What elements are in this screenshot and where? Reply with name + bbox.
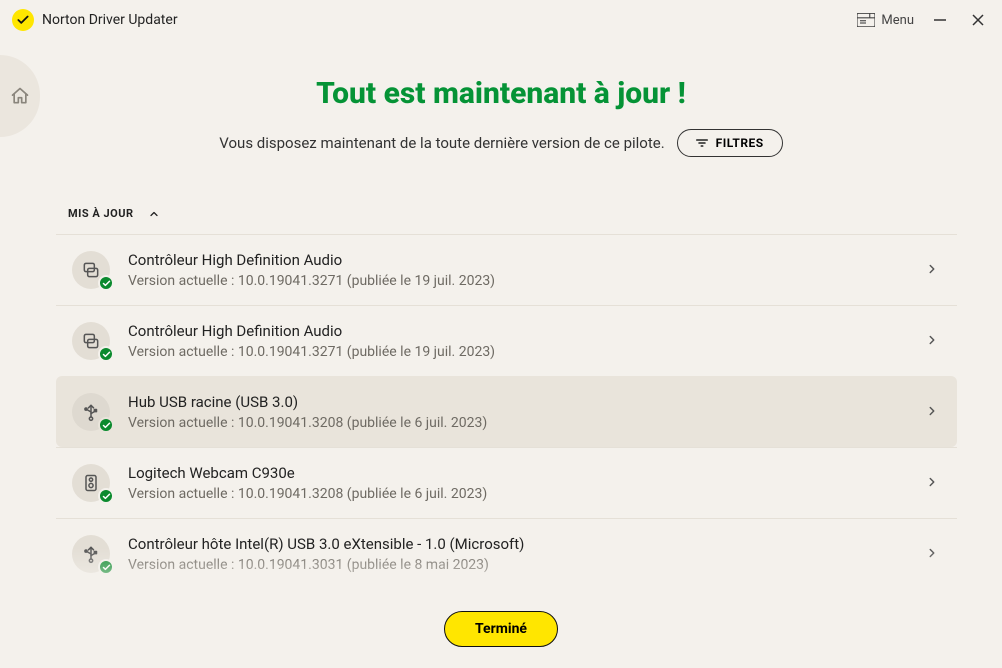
menu-icon xyxy=(857,13,875,27)
driver-row[interactable]: Logitech Webcam C930e Version actuelle : … xyxy=(56,447,957,518)
driver-name: Contrôleur hôte Intel(R) USB 3.0 eXtensi… xyxy=(128,535,907,553)
check-badge-icon xyxy=(98,346,114,362)
section-header[interactable]: MIS À JOUR xyxy=(56,199,957,234)
driver-list: MIS À JOUR Contrôleur High Definition Au… xyxy=(56,199,957,589)
chevron-up-icon xyxy=(148,208,160,220)
driver-version: Version actuelle : 10.0.19041.3271 (publ… xyxy=(128,344,907,360)
driver-name: Logitech Webcam C930e xyxy=(128,464,907,482)
chevron-right-icon xyxy=(925,403,939,422)
filter-icon xyxy=(696,138,708,148)
driver-version: Version actuelle : 10.0.19041.3208 (publ… xyxy=(128,486,907,502)
chevron-right-icon xyxy=(925,261,939,280)
driver-version: Version actuelle : 10.0.19041.3208 (publ… xyxy=(128,415,907,431)
driver-icon-wrap xyxy=(72,464,110,502)
driver-name: Contrôleur High Definition Audio xyxy=(128,251,907,269)
footer: Terminé xyxy=(0,590,1002,668)
driver-text: Contrôleur High Definition Audio Version … xyxy=(128,251,907,289)
driver-row[interactable]: Contrôleur High Definition Audio Version … xyxy=(56,305,957,376)
subline-row: Vous disposez maintenant de la toute der… xyxy=(0,129,1002,157)
menu-button[interactable]: Menu xyxy=(857,13,914,28)
driver-text: Contrôleur hôte Intel(R) USB 3.0 eXtensi… xyxy=(128,535,907,573)
minimize-button[interactable] xyxy=(928,8,952,32)
main-content: Tout est maintenant à jour ! Vous dispos… xyxy=(0,40,1002,589)
driver-name: Contrôleur High Definition Audio xyxy=(128,322,907,340)
driver-row[interactable]: Contrôleur High Definition Audio Version … xyxy=(56,234,957,305)
page-subline: Vous disposez maintenant de la toute der… xyxy=(219,134,664,152)
driver-version: Version actuelle : 10.0.19041.3271 (publ… xyxy=(128,273,907,289)
done-button[interactable]: Terminé xyxy=(444,611,558,647)
menu-label: Menu xyxy=(881,13,914,28)
driver-text: Logitech Webcam C930e Version actuelle : … xyxy=(128,464,907,502)
chevron-right-icon xyxy=(925,474,939,493)
driver-icon-wrap xyxy=(72,393,110,431)
home-icon xyxy=(10,86,30,106)
filter-button[interactable]: FILTRES xyxy=(677,129,783,157)
chevron-right-icon xyxy=(925,332,939,351)
titlebar-right: Menu xyxy=(857,8,990,32)
check-badge-icon xyxy=(98,417,114,433)
driver-version: Version actuelle : 10.0.19041.3031 (publ… xyxy=(128,557,907,573)
titlebar: Norton Driver Updater Menu xyxy=(0,0,1002,40)
chevron-right-icon xyxy=(925,545,939,564)
driver-icon-wrap xyxy=(72,535,110,573)
section-title: MIS À JOUR xyxy=(68,207,134,220)
app-title: Norton Driver Updater xyxy=(42,12,178,28)
driver-icon-wrap xyxy=(72,251,110,289)
driver-row[interactable]: Contrôleur hôte Intel(R) USB 3.0 eXtensi… xyxy=(56,518,957,589)
driver-text: Contrôleur High Definition Audio Version … xyxy=(128,322,907,360)
page-headline: Tout est maintenant à jour ! xyxy=(0,76,1002,111)
filter-label: FILTRES xyxy=(716,136,764,150)
norton-logo-icon xyxy=(12,9,34,31)
driver-text: Hub USB racine (USB 3.0) Version actuelle… xyxy=(128,393,907,431)
driver-icon-wrap xyxy=(72,322,110,360)
titlebar-left: Norton Driver Updater xyxy=(12,9,178,31)
check-badge-icon xyxy=(98,488,114,504)
close-button[interactable] xyxy=(966,8,990,32)
check-badge-icon xyxy=(98,275,114,291)
driver-row[interactable]: Hub USB racine (USB 3.0) Version actuelle… xyxy=(56,376,957,447)
driver-name: Hub USB racine (USB 3.0) xyxy=(128,393,907,411)
check-badge-icon xyxy=(98,559,114,575)
